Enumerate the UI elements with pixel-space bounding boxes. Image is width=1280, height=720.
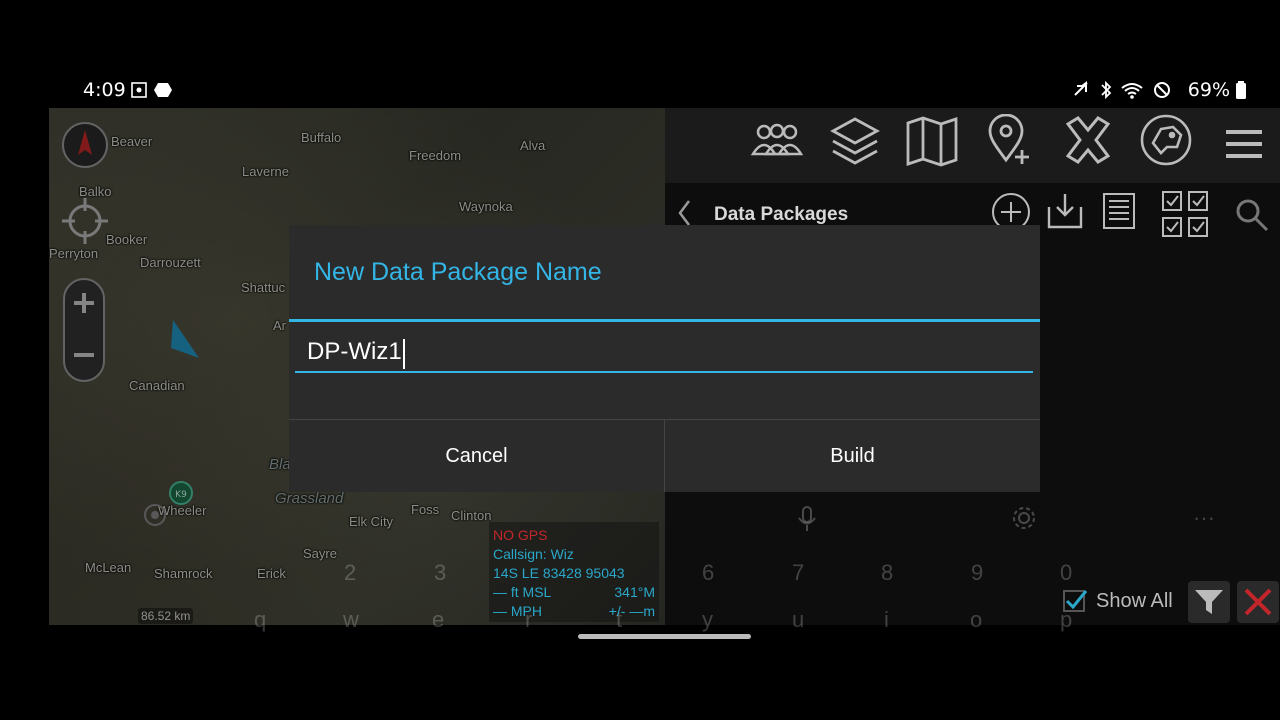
- mic-icon: [797, 505, 817, 538]
- more-icon: ···: [1193, 505, 1215, 530]
- search-icon[interactable]: [1234, 197, 1270, 238]
- filter-icon[interactable]: [1187, 580, 1231, 629]
- key: i: [884, 607, 889, 632]
- dialog-title: New Data Package Name: [314, 258, 602, 286]
- key: t: [616, 607, 623, 632]
- key: w: [343, 607, 359, 632]
- show-all-label: Show All: [1096, 590, 1173, 612]
- home-indicator[interactable]: [578, 634, 751, 639]
- status-time: 4:09: [83, 79, 126, 101]
- key: u: [792, 607, 805, 632]
- add-point-icon[interactable]: [986, 113, 1034, 171]
- bluetooth-icon: [1101, 80, 1112, 100]
- settings-gear-icon: [1011, 505, 1037, 536]
- panel-title: Data Packages: [714, 204, 849, 225]
- heading: 341°M: [614, 584, 655, 600]
- mute-icon: [1074, 81, 1088, 96]
- battery-percent: 69%: [1187, 79, 1230, 101]
- key: o: [970, 607, 983, 632]
- screenshot-icon: [131, 82, 147, 98]
- key: y: [702, 607, 713, 632]
- key: 8: [881, 560, 894, 585]
- status-right-group: 69%: [1072, 79, 1246, 101]
- battery-icon: [1236, 81, 1246, 99]
- wifi-icon: [1121, 83, 1143, 99]
- callsign: Callsign: Wiz: [493, 546, 574, 562]
- key: 2: [344, 560, 357, 585]
- key: e: [432, 607, 445, 632]
- key: r: [525, 607, 533, 632]
- gps-status: NO GPS: [493, 527, 548, 543]
- list-icon[interactable]: [1101, 192, 1137, 235]
- import-icon[interactable]: [1045, 191, 1085, 236]
- status-left-icons: [130, 80, 178, 105]
- package-name-input[interactable]: [295, 333, 1033, 373]
- speed: — MPH: [493, 603, 542, 619]
- key: q: [254, 607, 267, 632]
- clear-filter-icon[interactable]: [1236, 580, 1280, 629]
- close-tool-icon[interactable]: [1062, 114, 1114, 171]
- layers-icon[interactable]: [829, 115, 881, 172]
- key: 7: [792, 560, 805, 585]
- key: 0: [1060, 560, 1073, 585]
- ronin-dog-icon[interactable]: [1139, 113, 1193, 172]
- self-info-box[interactable]: NO GPS Callsign: Wiz 14S LE 83428 95043 …: [489, 522, 659, 622]
- cancel-button[interactable]: Cancel: [289, 420, 664, 492]
- dialog-divider: [289, 319, 1040, 322]
- altitude: — ft MSL: [493, 584, 552, 600]
- show-all-checkbox[interactable]: [1062, 587, 1088, 618]
- do-not-disturb-icon: [1153, 82, 1170, 98]
- notification-icon: [154, 83, 172, 97]
- build-button[interactable]: Build: [665, 420, 1040, 492]
- key: 3: [434, 560, 447, 585]
- contacts-icon[interactable]: [750, 122, 804, 167]
- map-icon[interactable]: [905, 115, 959, 172]
- text-caret: [402, 339, 405, 369]
- menu-icon[interactable]: [1224, 128, 1264, 165]
- key: 9: [971, 560, 984, 585]
- key: 6: [702, 560, 715, 585]
- multi-select-icon[interactable]: [1161, 190, 1211, 243]
- grid-coordinate: 14S LE 83428 95043: [493, 565, 625, 581]
